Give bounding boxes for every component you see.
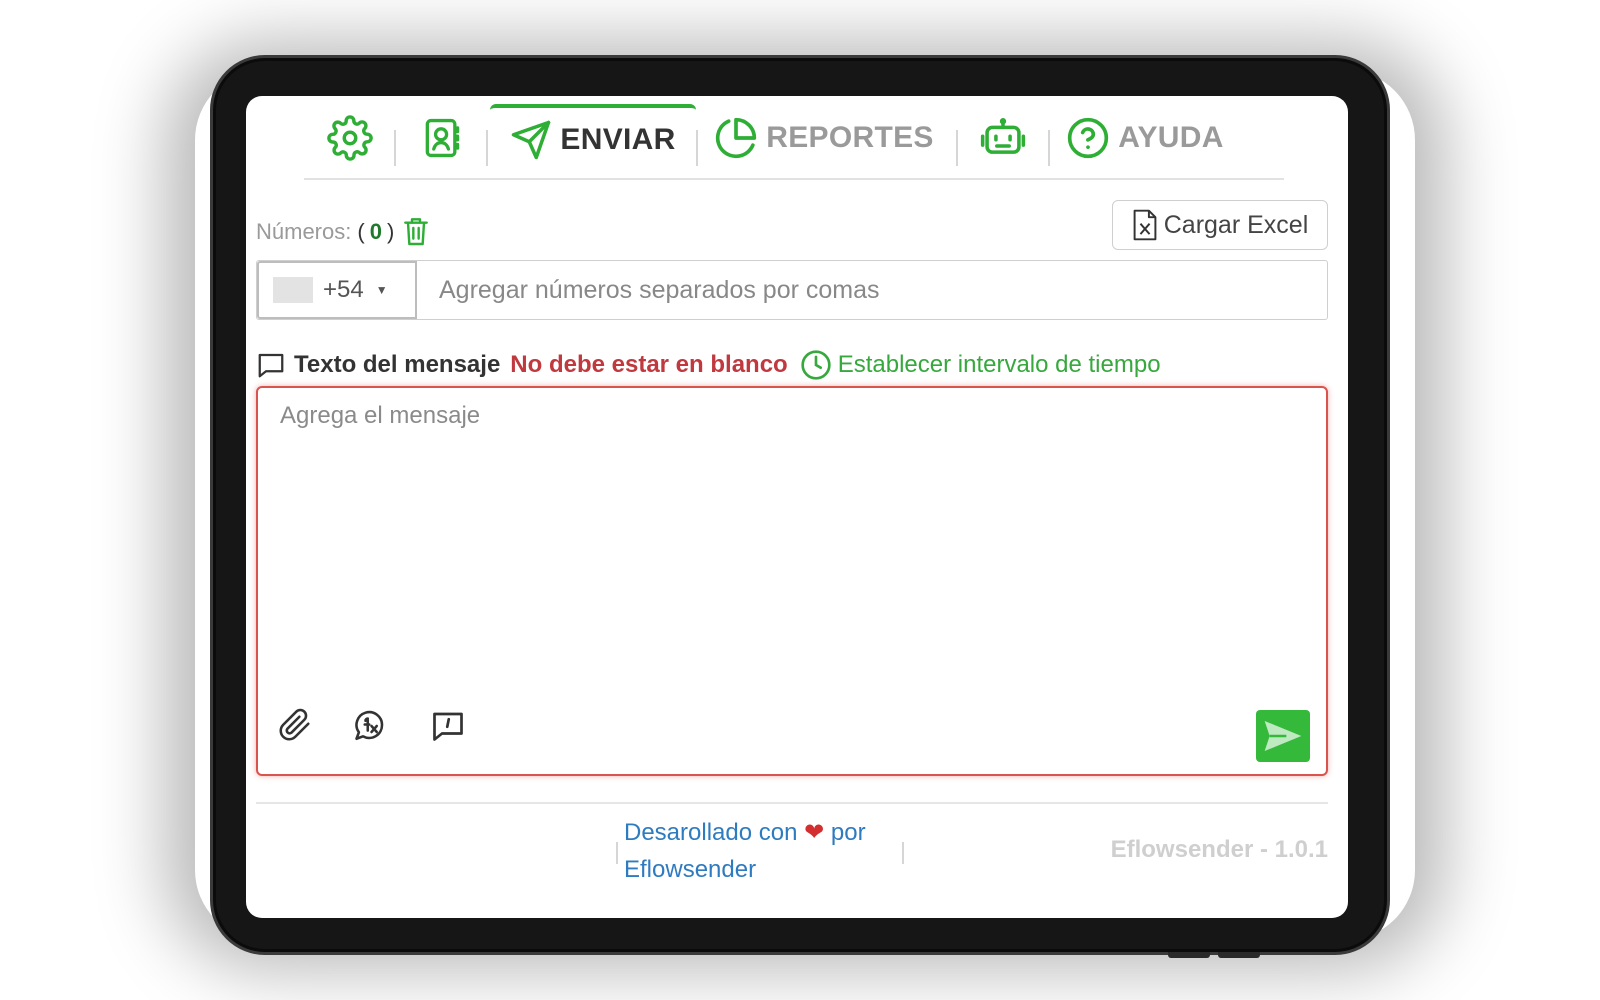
app-version: Eflowsender - 1.0.1 xyxy=(1110,836,1328,863)
tab-divider xyxy=(1048,130,1050,166)
country-flag xyxy=(273,277,313,303)
heart-icon: ❤ xyxy=(804,819,825,846)
tab-bot[interactable] xyxy=(968,104,1038,172)
message-alert-icon xyxy=(433,712,463,741)
numbers-summary: Números: (0) xyxy=(256,212,430,252)
paperclip-icon xyxy=(279,708,310,741)
footer-separator xyxy=(616,842,618,864)
whatsapp-variable-icon xyxy=(355,710,384,741)
phone-numbers-input[interactable] xyxy=(417,261,1327,319)
insert-variable-button[interactable] xyxy=(352,708,388,749)
set-interval-link[interactable]: Establecer intervalo de tiempo xyxy=(800,349,1161,381)
tab-contacts[interactable] xyxy=(408,104,476,172)
robot-icon xyxy=(980,118,1026,154)
tab-help-label: AYUDA xyxy=(1118,121,1224,154)
load-excel-label: Cargar Excel xyxy=(1163,210,1309,239)
quick-reply-button[interactable] xyxy=(430,708,466,749)
credit-prefix: Desarollado con xyxy=(624,819,798,846)
gear-icon xyxy=(327,115,373,161)
device-button xyxy=(1218,952,1260,958)
tab-send[interactable]: ENVIAR xyxy=(490,104,696,172)
send-icon xyxy=(512,120,551,160)
tab-reports-label: REPORTES xyxy=(766,121,934,154)
device-button xyxy=(1168,952,1210,958)
credit-brand-link[interactable]: Eflowsender xyxy=(624,856,756,883)
message-error: No debe estar en blanco xyxy=(510,351,788,378)
footer-credit: Desarollado con ❤ por Eflowsender xyxy=(624,814,914,888)
footer-separator xyxy=(902,842,904,864)
country-code-select[interactable]: +54 ▼ xyxy=(257,261,417,319)
phone-numbers-row: +54 ▼ xyxy=(256,260,1328,320)
credit-suffix: por xyxy=(830,819,866,846)
stage: ENVIAR REPORTES AYUDA Números: (0) Car… xyxy=(0,0,1600,1000)
message-box xyxy=(256,386,1328,776)
main-nav: ENVIAR REPORTES AYUDA xyxy=(304,100,1284,180)
send-arrow-icon xyxy=(1264,721,1302,751)
tab-reports[interactable]: REPORTES xyxy=(714,104,934,172)
caret-down-icon: ▼ xyxy=(375,283,388,297)
trash-icon xyxy=(404,218,429,246)
tab-send-label: ENVIAR xyxy=(560,123,676,156)
load-excel-button[interactable]: Cargar Excel xyxy=(1112,200,1328,250)
tab-divider xyxy=(394,130,396,166)
clear-numbers-button[interactable] xyxy=(402,216,430,248)
contacts-icon xyxy=(425,118,460,158)
numbers-label: Números: xyxy=(256,219,352,244)
tab-divider xyxy=(696,130,698,166)
tab-divider xyxy=(956,130,958,166)
message-icon xyxy=(258,353,284,378)
message-header: Texto del mensaje No debe estar en blanc… xyxy=(256,348,1161,382)
clock-icon xyxy=(801,350,831,380)
message-title: Texto del mensaje xyxy=(294,351,501,378)
message-input[interactable] xyxy=(258,388,1326,688)
tab-divider xyxy=(486,130,488,166)
send-message-button[interactable] xyxy=(1256,710,1310,762)
numbers-close-paren: ) xyxy=(386,219,395,244)
footer-divider xyxy=(256,802,1328,804)
tab-help[interactable]: AYUDA xyxy=(1062,104,1228,172)
excel-file-icon xyxy=(1133,209,1157,241)
tab-settings[interactable] xyxy=(316,104,384,172)
pie-chart-icon xyxy=(716,117,757,159)
app-screen: ENVIAR REPORTES AYUDA Números: (0) Car… xyxy=(246,96,1348,918)
set-interval-label: Establecer intervalo de tiempo xyxy=(837,351,1161,378)
help-circle-icon xyxy=(1068,117,1109,159)
numbers-open-paren: ( xyxy=(357,219,365,244)
numbers-count: 0 xyxy=(369,219,382,244)
attach-button[interactable] xyxy=(278,708,312,747)
country-code-value: +54 xyxy=(323,276,364,303)
numbers-count-wrapper: (0) xyxy=(357,219,394,245)
